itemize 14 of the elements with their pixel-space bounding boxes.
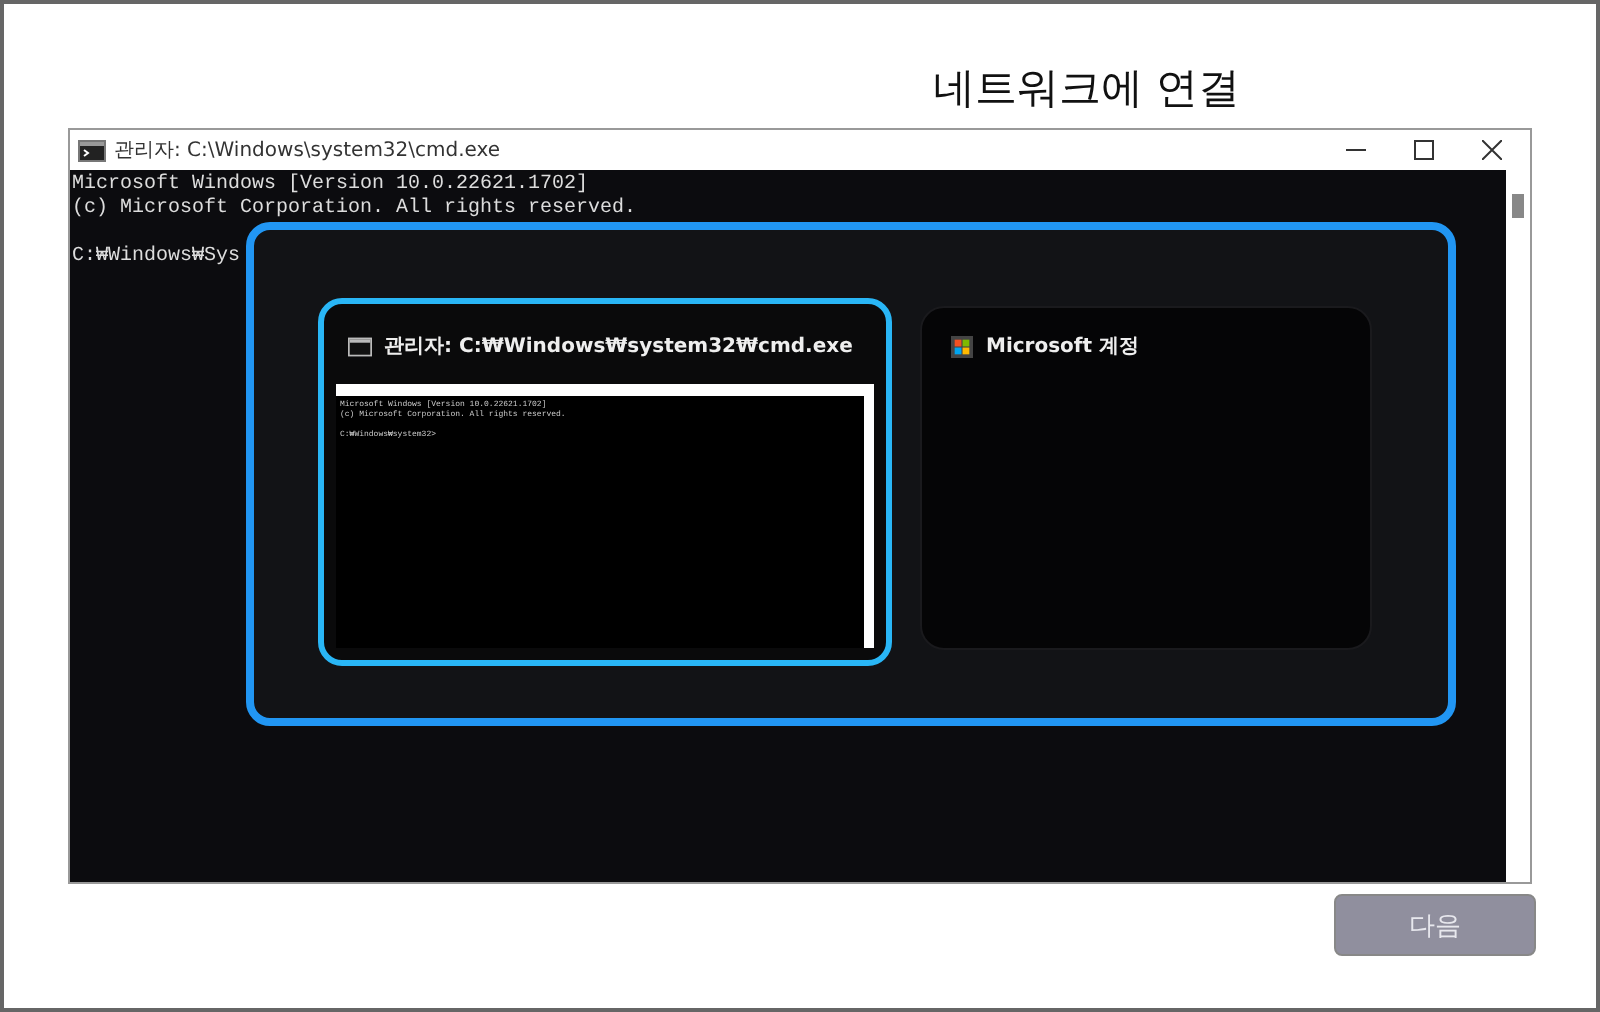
windows-logo-icon [950,335,974,357]
window-title: Microsoft 계정 [986,334,1140,360]
console-icon [78,139,106,161]
window-thumbnail[interactable]: Microsoft 계정 [920,306,1372,650]
console-icon [348,335,372,357]
window-title: 관리자: C:₩Windows₩system32₩cmd.exe [384,334,853,360]
close-icon[interactable] [1482,140,1502,160]
console-line: (c) Microsoft Corporation. All rights reserved. [72,198,639,222]
window-title: 관리자: C:\Windows\system32\cmd.exe [114,138,501,164]
maximize-icon[interactable] [1414,140,1434,160]
console-line: Microsoft Windows [Version 10.0.22621.1702] [72,174,591,197]
page-heading: 네트워크에 연결 [932,62,1240,116]
console-prompt: C:₩Windows₩Sys [72,246,241,270]
scrollbar-thumb[interactable] [1512,194,1524,218]
